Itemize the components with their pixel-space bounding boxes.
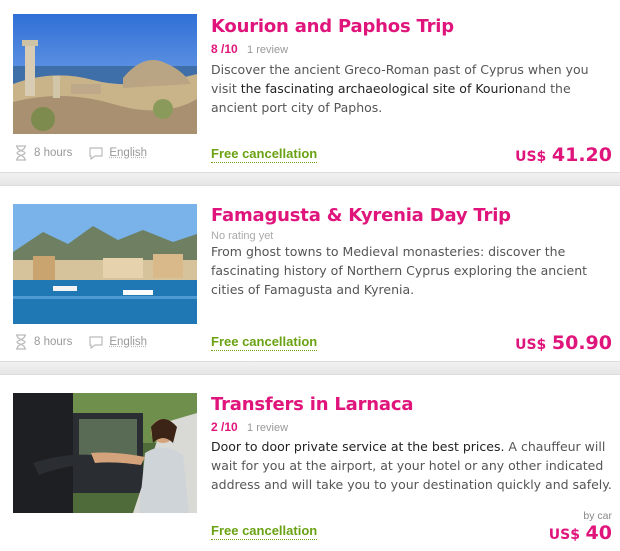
price-amount: 41.20: [551, 144, 612, 166]
rating-score: 2 /10: [211, 420, 238, 434]
price-currency: US$: [548, 527, 580, 543]
free-cancellation-label[interactable]: Free cancellation: [211, 145, 318, 163]
tour-title[interactable]: Transfers in Larnaca: [211, 394, 413, 415]
price-note: by car: [583, 510, 612, 522]
speech-bubble-icon: [89, 336, 103, 349]
tour-description: From ghost towns to Medieval monasteries…: [211, 244, 588, 297]
tour-title[interactable]: Kourion and Paphos Trip: [211, 16, 454, 37]
price-currency: US$: [515, 337, 547, 353]
tour-rating: 2 /10 1 review: [211, 420, 288, 434]
chauffeur-photo: [13, 393, 197, 513]
card-divider: [0, 172, 620, 186]
tour-card-famagusta[interactable]: Famagusta & Kyrenia Day Trip No rating y…: [0, 186, 620, 361]
duration-label: 8 hours: [34, 147, 73, 159]
card-divider: [0, 361, 620, 375]
review-count[interactable]: 1 review: [247, 422, 288, 434]
price-amount: 50.90: [551, 332, 612, 354]
desc-highlight: the fascinating archaeological site of K…: [240, 81, 523, 96]
tour-description: Discover the ancient Greco-Roman past of…: [211, 60, 611, 117]
free-cancellation-label[interactable]: Free cancellation: [211, 333, 318, 351]
no-rating-label: No rating yet: [211, 230, 274, 242]
duration-label: 8 hours: [34, 336, 73, 348]
tour-title[interactable]: Famagusta & Kyrenia Day Trip: [211, 205, 511, 226]
tour-image-kourion[interactable]: [13, 14, 197, 134]
tour-description: Door to door private service at the best…: [211, 437, 613, 494]
price: US$ 41.20: [515, 144, 612, 166]
tour-card-larnaca-transfers[interactable]: Transfers in Larnaca 2 /10 1 review Door…: [0, 375, 620, 551]
tour-rating: 8 /10 1 review: [211, 42, 288, 56]
tour-image-larnaca[interactable]: [13, 393, 197, 513]
language-label: English: [109, 147, 148, 159]
tour-rating: No rating yet: [211, 228, 273, 242]
ruins-photo: [13, 14, 197, 134]
price-amount: 40: [585, 522, 612, 544]
hourglass-icon: [16, 334, 26, 350]
price: US$ 40: [549, 522, 612, 544]
price: US$ 50.90: [515, 332, 612, 354]
rating-score: 8 /10: [211, 42, 238, 56]
tour-meta: 8 hours English: [13, 145, 147, 161]
tour-image-famagusta[interactable]: [13, 204, 197, 324]
free-cancellation-label[interactable]: Free cancellation: [211, 522, 318, 540]
harbor-photo: [13, 204, 197, 324]
language-label: English: [109, 336, 148, 348]
desc-highlight: Door to door private service at the best…: [211, 439, 505, 454]
hourglass-icon: [16, 145, 26, 161]
speech-bubble-icon: [89, 147, 103, 160]
tour-meta: 8 hours English: [13, 334, 147, 350]
tour-card-kourion[interactable]: Kourion and Paphos Trip 8 /10 1 review D…: [0, 0, 620, 172]
price-currency: US$: [515, 149, 547, 165]
review-count[interactable]: 1 review: [247, 44, 288, 56]
